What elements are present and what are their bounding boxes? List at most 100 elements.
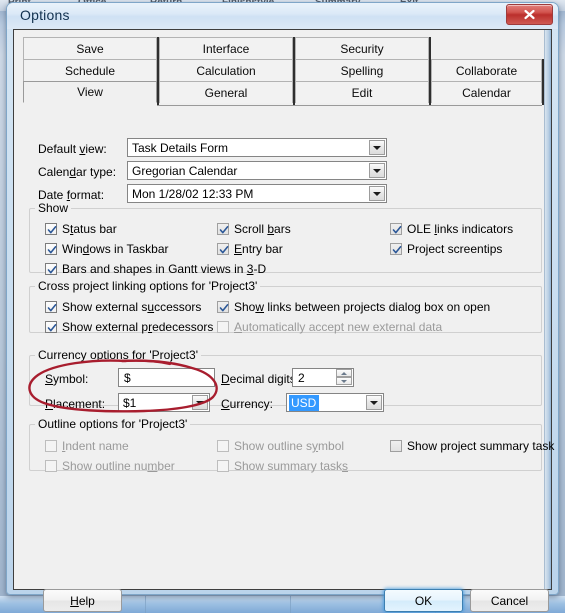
tab-security[interactable]: Security: [295, 37, 429, 59]
symbol-input[interactable]: $: [118, 368, 215, 387]
outline-group-title: Outline options for 'Project3': [35, 417, 191, 431]
checkbox-checked-icon: [45, 243, 57, 255]
checkbox-show-links-dialog-on-open[interactable]: Show links between projects dialog box o…: [217, 300, 490, 314]
checkbox-checked-icon: [217, 243, 229, 255]
checkbox-checked-icon: [45, 223, 57, 235]
checkbox-auto-accept-external-data: Automatically accept new external data: [217, 320, 442, 334]
decimal-digits-stepper[interactable]: 2: [292, 368, 354, 387]
checkbox-checked-icon: [45, 321, 57, 333]
tab-general[interactable]: General: [159, 81, 293, 103]
tab-strip: Save Schedule View Interface Calculation…: [23, 37, 544, 105]
currency-combobox[interactable]: USD: [286, 393, 384, 412]
checkbox-show-outline-symbol: Show outline symbol: [217, 439, 344, 453]
checkbox-checked-icon: [45, 263, 57, 275]
cancel-button[interactable]: Cancel: [470, 589, 549, 612]
checkbox-label: Windows in Taskbar: [62, 242, 169, 256]
tab-calculation[interactable]: Calculation: [159, 59, 293, 81]
checkbox-label: Show outline number: [62, 459, 175, 473]
stepper-up-icon[interactable]: [336, 369, 352, 377]
options-dialog: Options Save Schedule View Interface Cal…: [6, 2, 559, 612]
chevron-down-icon[interactable]: [369, 163, 385, 178]
checkbox-checked-icon: [217, 301, 229, 313]
checkbox-label: Show summary tasks: [234, 459, 349, 473]
checkbox-label: Show outline symbol: [234, 439, 345, 453]
checkbox-checked-icon: [390, 243, 402, 255]
help-button-label: Help: [70, 593, 95, 608]
checkbox-unchecked-icon: [217, 440, 229, 452]
calendar-type-combobox[interactable]: Gregorian Calendar: [127, 161, 387, 180]
checkbox-project-screentips[interactable]: Project screentips: [390, 242, 502, 256]
tab-collaborate[interactable]: Collaborate: [431, 59, 542, 81]
checkbox-scroll-bars[interactable]: Scroll bars: [217, 222, 291, 236]
checkbox-checked-icon: [217, 223, 229, 235]
checkbox-label: Indent name: [62, 439, 129, 453]
tab-column: Interface Calculation General: [159, 37, 293, 105]
tab-separator: [542, 59, 544, 105]
checkbox-windows-in-taskbar[interactable]: Windows in Taskbar: [45, 242, 169, 256]
currency-group-title: Currency options for 'Project3': [35, 348, 201, 362]
dialog-title: Options: [20, 7, 70, 23]
stepper-down-icon[interactable]: [336, 377, 352, 385]
dialog-client-area: Save Schedule View Interface Calculation…: [13, 29, 554, 612]
close-icon[interactable]: [506, 4, 553, 25]
checkbox-label: Show external successors: [62, 300, 202, 314]
checkbox-label: Scroll bars: [234, 222, 291, 236]
checkbox-label: Status bar: [62, 222, 117, 236]
checkbox-label: Bars and shapes in Gantt views in 3-D: [62, 262, 267, 276]
checkbox-entry-bar[interactable]: Entry bar: [217, 242, 283, 256]
tab-column: Collaborate Calendar: [431, 37, 565, 105]
help-button[interactable]: Help: [43, 589, 122, 612]
checkbox-show-external-predecessors[interactable]: Show external predecessors: [45, 320, 213, 334]
cross-project-group-title: Cross project linking options for 'Proje…: [35, 279, 261, 293]
chevron-down-icon[interactable]: [366, 395, 382, 410]
chevron-down-icon[interactable]: [369, 186, 385, 201]
calendar-type-label: Calendar type:: [38, 165, 117, 179]
decimal-digits-label: Decimal digits:: [221, 372, 300, 386]
tab-schedule[interactable]: Schedule: [23, 59, 157, 81]
date-format-label: Date format:: [38, 188, 105, 202]
chevron-down-icon[interactable]: [192, 395, 208, 410]
currency-label: Currency:: [221, 397, 274, 411]
tab-calendar[interactable]: Calendar: [431, 81, 542, 103]
tab-interface[interactable]: Interface: [159, 37, 293, 59]
checkbox-unchecked-icon: [217, 321, 229, 333]
tab-edit[interactable]: Edit: [295, 81, 429, 103]
checkbox-label: Project screentips: [407, 242, 503, 256]
ok-button[interactable]: OK: [384, 589, 463, 612]
default-view-value: Task Details Form: [132, 141, 229, 155]
tab-spelling[interactable]: Spelling: [295, 59, 429, 81]
tab-view[interactable]: View: [23, 81, 157, 103]
placement-combobox[interactable]: $1: [118, 393, 210, 412]
checkbox-label: Show project summary task: [407, 439, 555, 453]
checkbox-label: Automatically accept new external data: [234, 320, 443, 334]
decimal-digits-value: 2: [298, 371, 305, 385]
checkbox-label: Entry bar: [234, 242, 283, 256]
tab-save[interactable]: Save: [23, 37, 157, 59]
date-format-value: Mon 1/28/02 12:33 PM: [132, 187, 254, 201]
checkbox-unchecked-icon: [45, 460, 57, 472]
checkbox-label: Show external predecessors: [62, 320, 214, 334]
default-view-label: Default view:: [38, 142, 107, 156]
symbol-value: $: [124, 371, 131, 385]
chevron-down-icon[interactable]: [369, 140, 385, 155]
checkbox-status-bar[interactable]: Status bar: [45, 222, 117, 236]
dialog-title-bar[interactable]: Options: [7, 3, 558, 29]
symbol-label: Symbol:: [45, 372, 89, 386]
checkbox-label: Show links between projects dialog box o…: [234, 300, 491, 314]
checkbox-show-project-summary-task[interactable]: Show project summary task: [390, 439, 554, 453]
window-edge-scrollbar[interactable]: [544, 30, 551, 589]
checkbox-unchecked-icon: [45, 440, 57, 452]
checkbox-bars-and-shapes-3d[interactable]: Bars and shapes in Gantt views in 3-D: [45, 262, 266, 276]
placement-label: Placement:: [45, 397, 106, 411]
placement-value: $1: [123, 396, 137, 410]
checkbox-label: OLE links indicators: [407, 222, 514, 236]
checkbox-checked-icon: [45, 301, 57, 313]
tab-column: Save Schedule View: [23, 37, 157, 105]
checkbox-ole-links-indicators[interactable]: OLE links indicators: [390, 222, 513, 236]
checkbox-show-external-successors[interactable]: Show external successors: [45, 300, 201, 314]
show-group-title: Show: [35, 201, 72, 215]
checkbox-checked-icon: [390, 223, 402, 235]
default-view-combobox[interactable]: Task Details Form: [127, 138, 387, 157]
tab-baseline: [23, 105, 542, 106]
checkbox-unchecked-icon: [390, 440, 402, 452]
